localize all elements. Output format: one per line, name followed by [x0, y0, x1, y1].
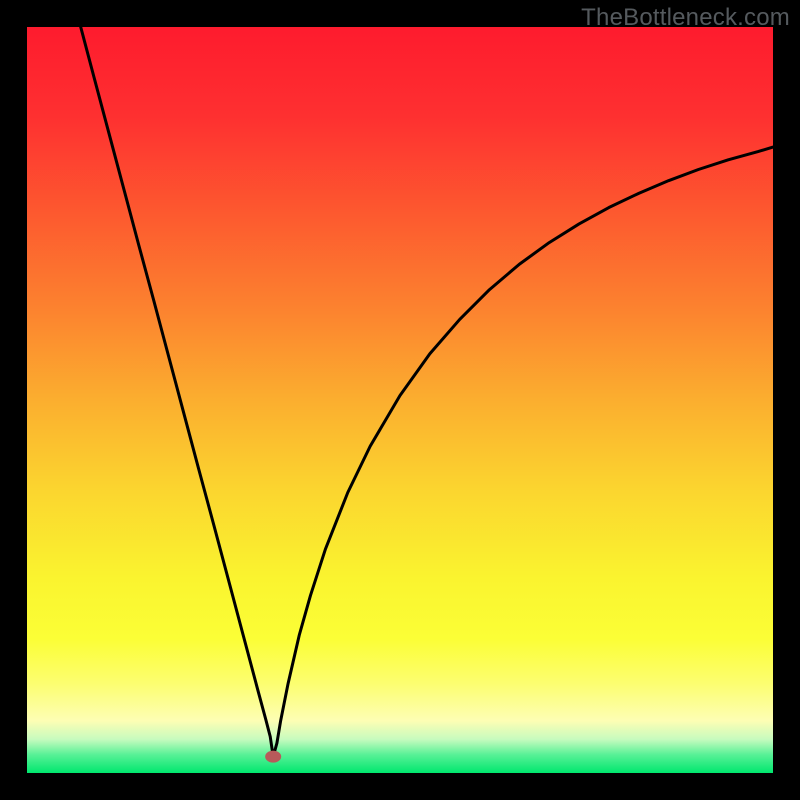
optimal-point-marker	[265, 751, 281, 763]
chart-plot-area	[27, 27, 773, 773]
watermark-text: TheBottleneck.com	[581, 4, 790, 32]
chart-frame: TheBottleneck.com	[0, 0, 800, 800]
chart-background	[27, 27, 773, 773]
chart-svg	[27, 27, 773, 773]
